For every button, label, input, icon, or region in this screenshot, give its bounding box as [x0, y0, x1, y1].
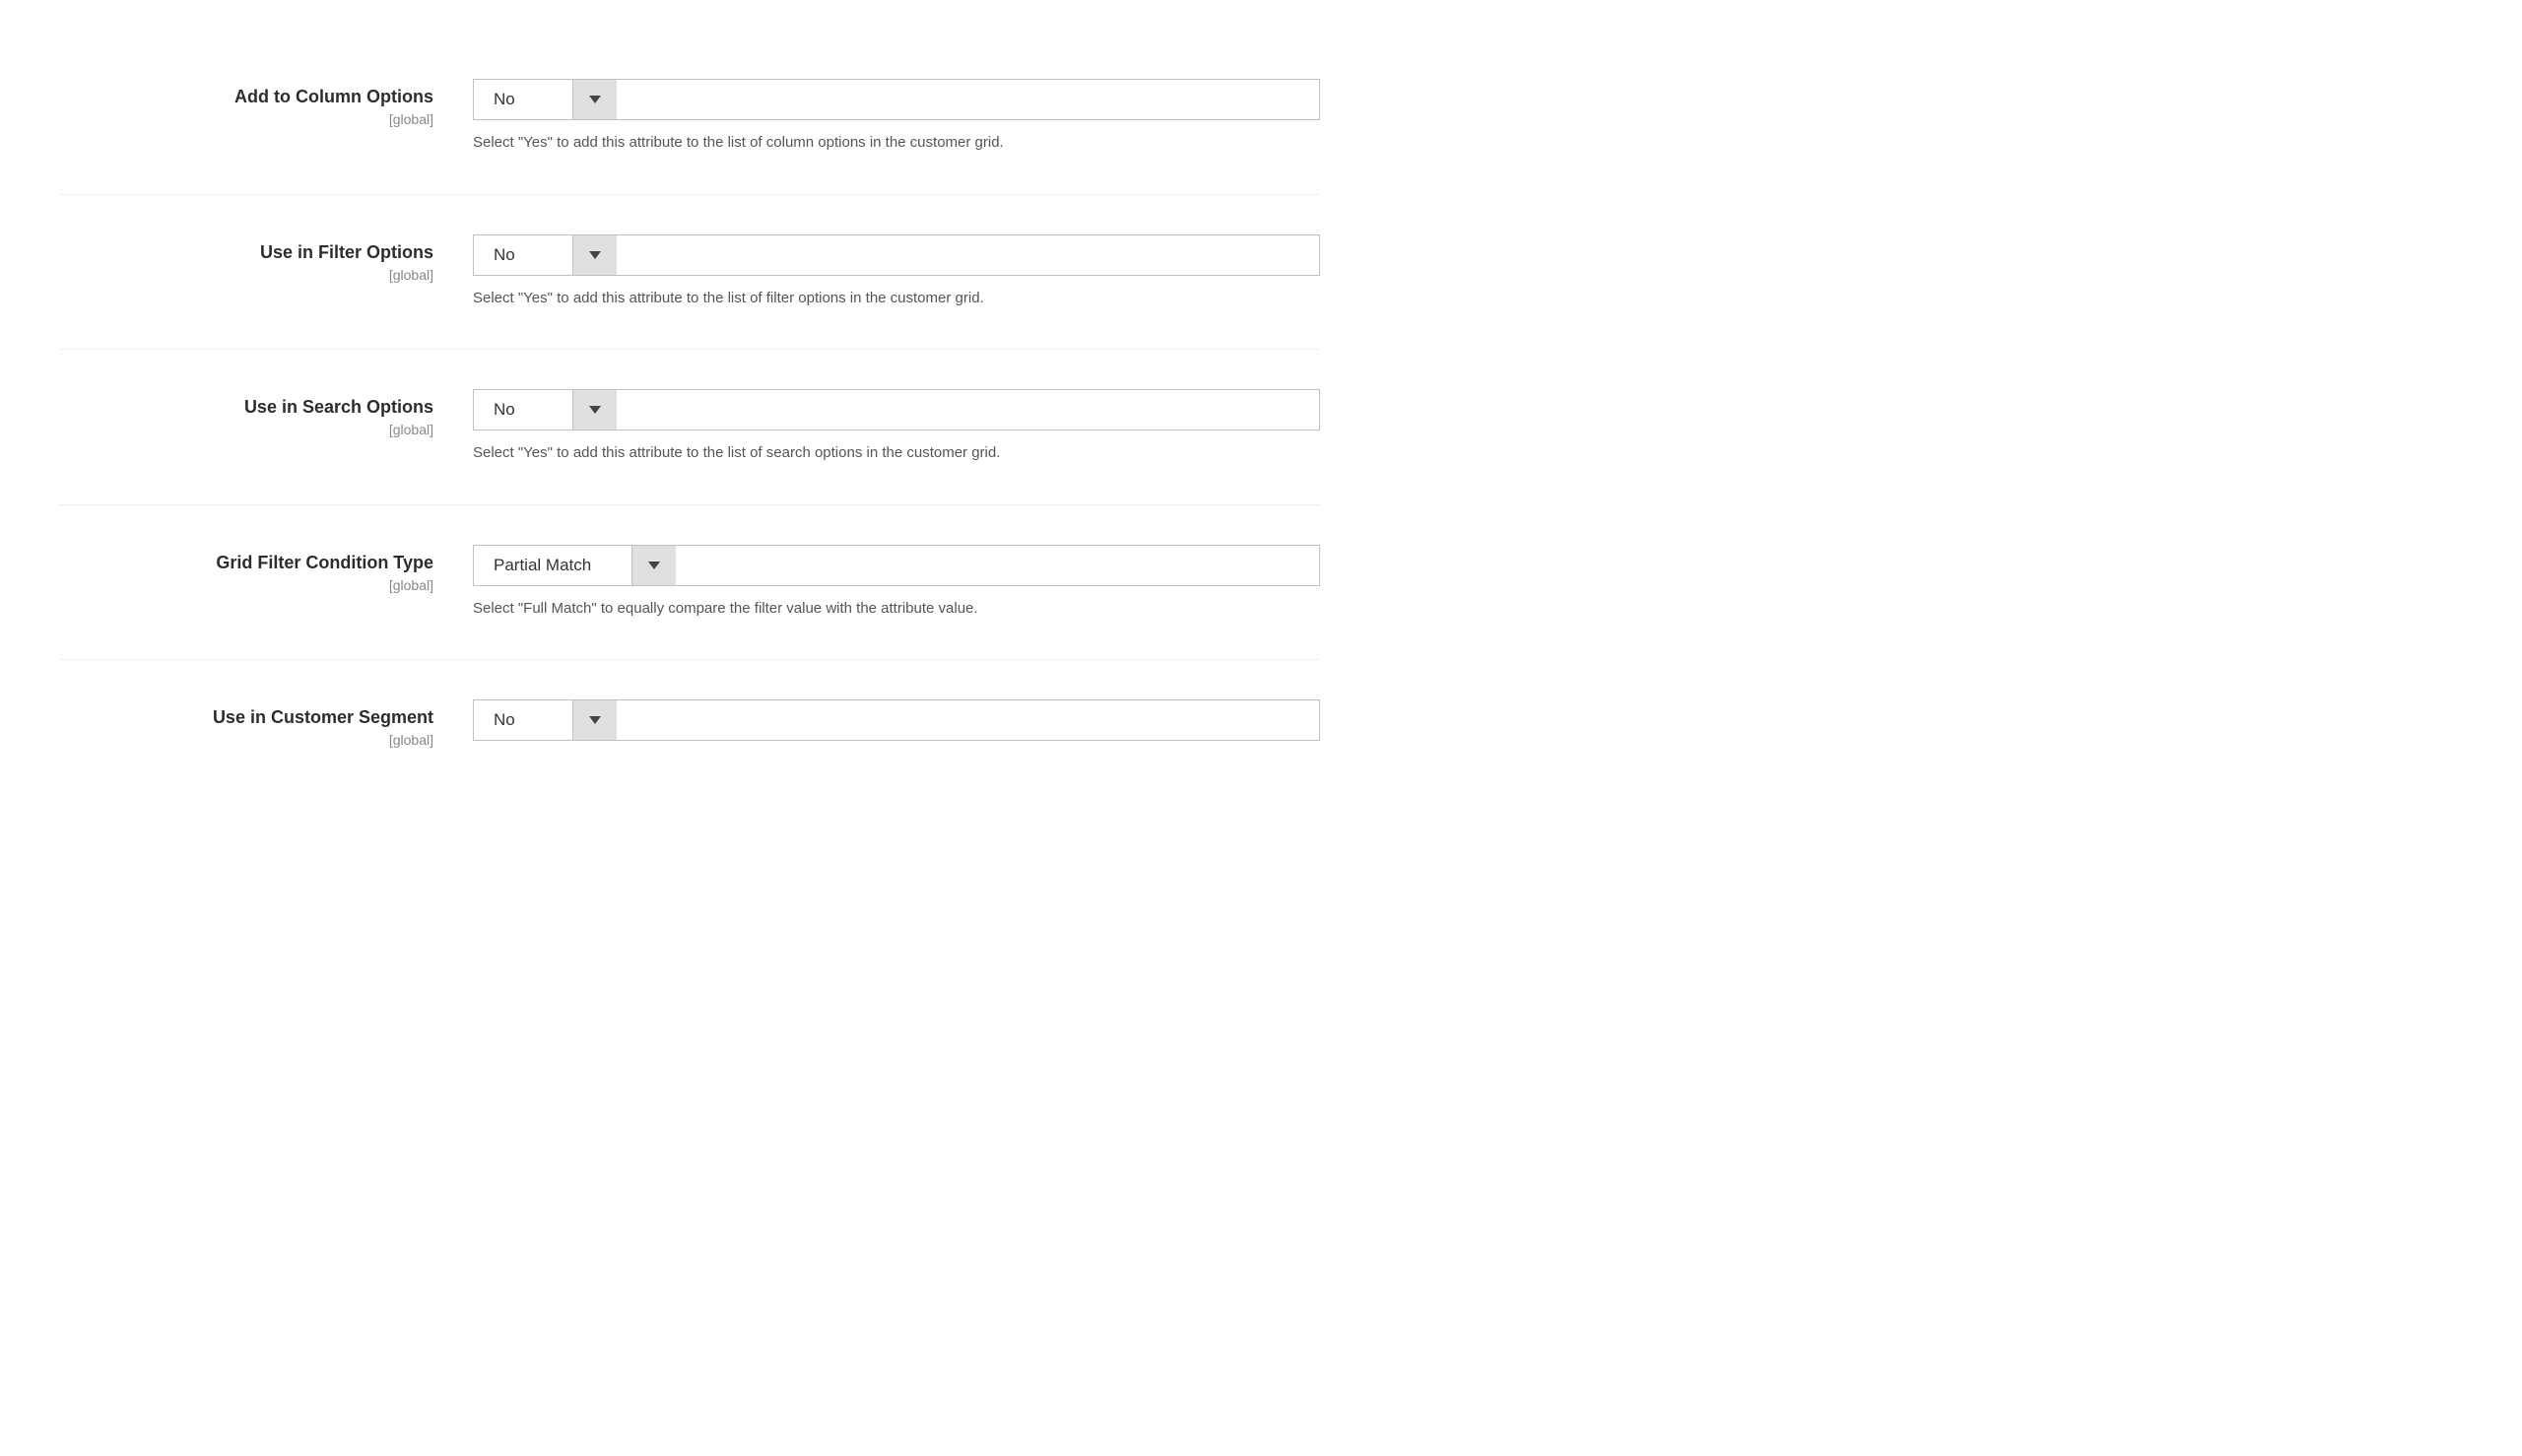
control-col-add-to-column-options: No Select "Yes" to add this attribute to …	[473, 79, 1320, 155]
scope-use-in-customer-segment: [global]	[59, 732, 433, 748]
chevron-down-icon	[648, 562, 660, 569]
control-col-use-in-search-options: No Select "Yes" to add this attribute to …	[473, 389, 1320, 465]
select-arrow-add-to-column-options[interactable]	[572, 80, 617, 119]
select-value-use-in-search-options: No	[474, 390, 572, 430]
scope-add-to-column-options: [global]	[59, 111, 433, 127]
chevron-down-icon	[589, 96, 601, 103]
label-col-use-in-filter-options: Use in Filter Options [global]	[59, 234, 473, 283]
scope-grid-filter-condition-type: [global]	[59, 577, 433, 593]
control-col-grid-filter-condition-type: Partial Match Select "Full Match" to equa…	[473, 545, 1320, 621]
select-value-use-in-filter-options: No	[474, 235, 572, 275]
select-use-in-search-options[interactable]: No	[473, 389, 1320, 430]
hint-grid-filter-condition-type: Select "Full Match" to equally compare t…	[473, 598, 1320, 621]
label-grid-filter-condition-type: Grid Filter Condition Type	[59, 553, 433, 573]
label-use-in-search-options: Use in Search Options	[59, 397, 433, 418]
select-value-grid-filter-condition-type: Partial Match	[474, 546, 631, 585]
select-grid-filter-condition-type[interactable]: Partial Match	[473, 545, 1320, 586]
control-col-use-in-filter-options: No Select "Yes" to add this attribute to …	[473, 234, 1320, 310]
form-row-add-to-column-options: Add to Column Options [global] No Select "Y…	[59, 39, 1320, 195]
select-arrow-use-in-search-options[interactable]	[572, 390, 617, 430]
label-add-to-column-options: Add to Column Options	[59, 87, 433, 107]
select-arrow-use-in-customer-segment[interactable]	[572, 700, 617, 740]
hint-add-to-column-options: Select "Yes" to add this attribute to th…	[473, 132, 1320, 155]
select-arrow-use-in-filter-options[interactable]	[572, 235, 617, 275]
select-value-use-in-customer-segment: No	[474, 700, 572, 740]
form-row-use-in-customer-segment: Use in Customer Segment [global] No	[59, 660, 1320, 787]
label-col-use-in-customer-segment: Use in Customer Segment [global]	[59, 699, 473, 748]
select-add-to-column-options[interactable]: No	[473, 79, 1320, 120]
label-use-in-filter-options: Use in Filter Options	[59, 242, 433, 263]
scope-use-in-search-options: [global]	[59, 422, 433, 437]
scope-use-in-filter-options: [global]	[59, 267, 433, 283]
select-value-add-to-column-options: No	[474, 80, 572, 119]
label-col-grid-filter-condition-type: Grid Filter Condition Type [global]	[59, 545, 473, 593]
hint-use-in-filter-options: Select "Yes" to add this attribute to th…	[473, 288, 1320, 310]
form-row-use-in-filter-options: Use in Filter Options [global] No Select "Y…	[59, 195, 1320, 351]
form-container: Add to Column Options [global] No Select "Y…	[0, 0, 1379, 827]
select-arrow-grid-filter-condition-type[interactable]	[631, 546, 676, 585]
label-col-use-in-search-options: Use in Search Options [global]	[59, 389, 473, 437]
label-use-in-customer-segment: Use in Customer Segment	[59, 707, 433, 728]
chevron-down-icon	[589, 716, 601, 724]
label-col-add-to-column-options: Add to Column Options [global]	[59, 79, 473, 127]
chevron-down-icon	[589, 406, 601, 414]
form-row-grid-filter-condition-type: Grid Filter Condition Type [global] Partia…	[59, 505, 1320, 661]
chevron-down-icon	[589, 251, 601, 259]
control-col-use-in-customer-segment: No	[473, 699, 1320, 741]
form-row-use-in-search-options: Use in Search Options [global] No Select "Y…	[59, 350, 1320, 505]
select-use-in-customer-segment[interactable]: No	[473, 699, 1320, 741]
hint-use-in-search-options: Select "Yes" to add this attribute to th…	[473, 442, 1320, 465]
select-use-in-filter-options[interactable]: No	[473, 234, 1320, 276]
